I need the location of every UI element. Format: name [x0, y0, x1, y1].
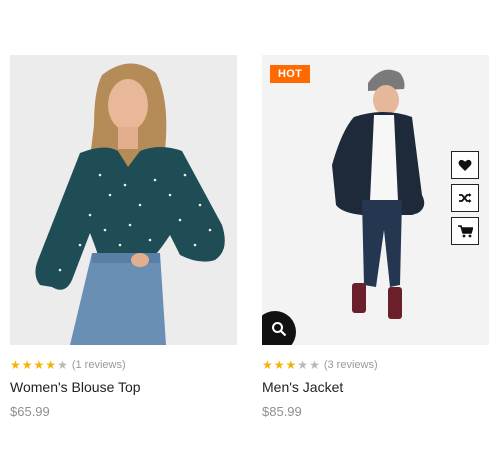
star-icon: ★	[57, 358, 68, 372]
star-icon: ★	[33, 358, 45, 372]
search-icon	[272, 322, 287, 337]
compare-button[interactable]	[451, 184, 479, 212]
heart-icon	[458, 159, 472, 171]
shuffle-icon	[459, 193, 472, 203]
star-icon: ★	[262, 358, 273, 372]
add-to-cart-button[interactable]	[451, 217, 479, 245]
cart-icon	[457, 224, 473, 237]
product-title[interactable]: Men's Jacket	[262, 379, 489, 395]
star-icon: ★	[297, 358, 309, 372]
star-icon: ★	[309, 358, 320, 372]
rating: ★★★★★ (1 reviews)	[10, 358, 237, 372]
rating: ★★★★★ (3 reviews)	[262, 358, 489, 372]
star-icon: ★	[45, 358, 57, 372]
product-price: $85.99	[262, 404, 302, 419]
product-image[interactable]: HOT	[262, 55, 489, 345]
product-actions	[451, 151, 479, 245]
product-title[interactable]: Women's Blouse Top	[10, 379, 237, 395]
reviews-count[interactable]: (1 reviews)	[72, 359, 126, 371]
star-icon: ★	[273, 358, 285, 372]
star-icon: ★	[285, 358, 297, 372]
product-price: $65.99	[10, 404, 50, 419]
reviews-count[interactable]: (3 reviews)	[324, 359, 378, 371]
star-icon: ★	[21, 358, 33, 372]
rating-stars: ★★★★★	[10, 356, 69, 374]
star-icon: ★	[10, 358, 21, 372]
product-image[interactable]	[10, 55, 237, 345]
rating-stars: ★★★★★	[262, 356, 321, 374]
product-card-womens-blouse[interactable]: ★★★★★ (1 reviews) Women's Blouse Top $65…	[10, 55, 237, 419]
model-photo	[10, 55, 237, 345]
product-card-mens-jacket[interactable]: HOT ★★★★★ (3 reviews) Men's Jacket $85.9…	[262, 55, 489, 419]
hot-badge: HOT	[270, 65, 311, 83]
wishlist-button[interactable]	[451, 151, 479, 179]
